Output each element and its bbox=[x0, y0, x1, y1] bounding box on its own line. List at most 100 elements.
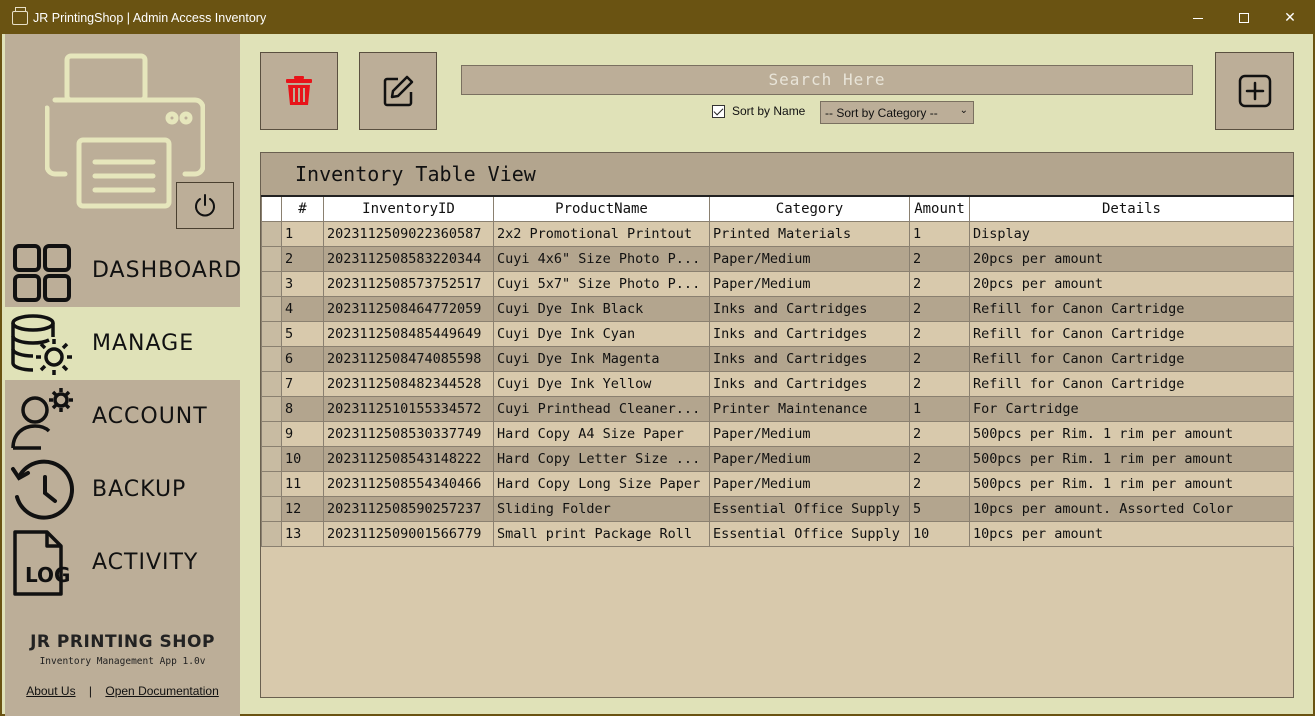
table-cell[interactable]: 2 bbox=[909, 270, 970, 297]
table-cell[interactable]: 10 bbox=[281, 445, 324, 472]
table-cell[interactable]: 2023112508464772059 bbox=[323, 295, 494, 322]
table-cell[interactable]: Paper/Medium bbox=[709, 445, 910, 472]
table-cell[interactable]: 2 bbox=[909, 445, 970, 472]
table-cell[interactable]: 10pcs per amount bbox=[969, 520, 1294, 547]
table-cell[interactable]: Refill for Canon Cartridge bbox=[969, 345, 1294, 372]
about-us-link[interactable]: About Us bbox=[26, 684, 75, 698]
table-cell[interactable]: 2023112508474085598 bbox=[323, 345, 494, 372]
table-cell[interactable]: 2023112508530337749 bbox=[323, 420, 494, 447]
table-cell[interactable]: 2023112509001566779 bbox=[323, 520, 494, 547]
row-selector[interactable] bbox=[261, 270, 282, 297]
nav-backup[interactable]: BACKUP bbox=[5, 453, 240, 526]
nav-manage[interactable]: MANAGE bbox=[5, 307, 240, 380]
table-cell[interactable]: 2023112508482344528 bbox=[323, 370, 494, 397]
table-cell[interactable]: Display bbox=[969, 220, 1294, 247]
table-cell[interactable]: 9 bbox=[281, 420, 324, 447]
table-cell[interactable]: Small print Package Roll bbox=[493, 520, 710, 547]
open-documentation-link[interactable]: Open Documentation bbox=[105, 684, 218, 698]
table-cell[interactable]: 1 bbox=[909, 220, 970, 247]
table-cell[interactable]: Inks and Cartridges bbox=[709, 295, 910, 322]
table-cell[interactable]: Essential Office Supply bbox=[709, 495, 910, 522]
title-bar[interactable]: JR PrintingShop | Admin Access Inventory… bbox=[2, 2, 1313, 34]
row-selector[interactable] bbox=[261, 370, 282, 397]
table-cell[interactable]: 2 bbox=[909, 420, 970, 447]
table-cell[interactable]: Paper/Medium bbox=[709, 420, 910, 447]
table-cell[interactable]: 2023112508573752517 bbox=[323, 270, 494, 297]
table-row[interactable]: 13 2023112509001566779 Small print Package… bbox=[261, 520, 1294, 547]
table-cell[interactable]: 2x2 Promotional Printout bbox=[493, 220, 710, 247]
table-row[interactable]: 1 2023112509022360587 2x2 Promotional Prin… bbox=[261, 220, 1294, 247]
table-cell[interactable]: Printer Maintenance bbox=[709, 395, 910, 422]
column-header[interactable]: ProductName bbox=[493, 195, 710, 222]
table-cell[interactable]: Cuyi Dye Ink Black bbox=[493, 295, 710, 322]
table-cell[interactable]: 500pcs per Rim. 1 rim per amount bbox=[969, 420, 1294, 447]
table-cell[interactable]: Essential Office Supply bbox=[709, 520, 910, 547]
table-cell[interactable]: Cuyi Dye Ink Magenta bbox=[493, 345, 710, 372]
table-cell[interactable]: Refill for Canon Cartridge bbox=[969, 370, 1294, 397]
table-cell[interactable]: Inks and Cartridges bbox=[709, 370, 910, 397]
column-header[interactable]: InventoryID bbox=[323, 195, 494, 222]
table-cell[interactable]: Cuyi Printhead Cleaner... bbox=[493, 395, 710, 422]
table-cell[interactable]: Cuyi 5x7" Size Photo P... bbox=[493, 270, 710, 297]
table-cell[interactable]: Paper/Medium bbox=[709, 270, 910, 297]
table-cell[interactable]: Hard Copy Long Size Paper bbox=[493, 470, 710, 497]
table-cell[interactable]: Paper/Medium bbox=[709, 470, 910, 497]
maximize-button[interactable] bbox=[1221, 2, 1267, 34]
table-row[interactable]: 9 2023112508530337749 Hard Copy A4 Size Pa… bbox=[261, 420, 1294, 447]
table-cell[interactable]: Cuyi Dye Ink Cyan bbox=[493, 320, 710, 347]
table-cell[interactable]: 2 bbox=[281, 245, 324, 272]
row-selector[interactable] bbox=[261, 345, 282, 372]
table-row[interactable]: 5 2023112508485449649 Cuyi Dye Ink Cyan Ink… bbox=[261, 320, 1294, 347]
add-button[interactable] bbox=[1215, 52, 1294, 130]
table-cell[interactable]: 10 bbox=[909, 520, 970, 547]
table-cell[interactable]: 13 bbox=[281, 520, 324, 547]
table-cell[interactable]: 8 bbox=[281, 395, 324, 422]
minimize-button[interactable] bbox=[1175, 2, 1221, 34]
row-selector[interactable] bbox=[261, 395, 282, 422]
column-header[interactable]: # bbox=[281, 195, 324, 222]
table-cell[interactable]: Paper/Medium bbox=[709, 245, 910, 272]
row-selector-header[interactable] bbox=[261, 195, 282, 222]
table-cell[interactable]: Printed Materials bbox=[709, 220, 910, 247]
column-header[interactable]: Details bbox=[969, 195, 1294, 222]
table-cell[interactable]: 2 bbox=[909, 320, 970, 347]
table-cell[interactable]: 11 bbox=[281, 470, 324, 497]
table-cell[interactable]: 5 bbox=[909, 495, 970, 522]
table-cell[interactable]: Inks and Cartridges bbox=[709, 345, 910, 372]
table-cell[interactable]: 2 bbox=[909, 470, 970, 497]
table-row[interactable]: 4 2023112508464772059 Cuyi Dye Ink Black In… bbox=[261, 295, 1294, 322]
search-input[interactable]: Search Here bbox=[461, 65, 1193, 95]
sort-by-name-checkbox[interactable] bbox=[712, 105, 725, 118]
table-row[interactable]: 8 2023112510155334572 Cuyi Printhead Clean… bbox=[261, 395, 1294, 422]
table-cell[interactable]: Hard Copy A4 Size Paper bbox=[493, 420, 710, 447]
nav-account[interactable]: ACCOUNT bbox=[5, 380, 240, 453]
table-cell[interactable]: Cuyi 4x6" Size Photo P... bbox=[493, 245, 710, 272]
table-cell[interactable]: 2 bbox=[909, 370, 970, 397]
table-cell[interactable]: Refill for Canon Cartridge bbox=[969, 295, 1294, 322]
table-cell[interactable]: 2023112508485449649 bbox=[323, 320, 494, 347]
power-button[interactable] bbox=[176, 182, 234, 229]
row-selector[interactable] bbox=[261, 295, 282, 322]
table-cell[interactable]: 1 bbox=[281, 220, 324, 247]
row-selector[interactable] bbox=[261, 495, 282, 522]
close-button[interactable]: ✕ bbox=[1267, 2, 1313, 34]
row-selector[interactable] bbox=[261, 470, 282, 497]
column-header[interactable]: Amount bbox=[909, 195, 970, 222]
table-row[interactable]: 10 2023112508543148222 Hard Copy Letter Si… bbox=[261, 445, 1294, 472]
table-cell[interactable]: 2023112508543148222 bbox=[323, 445, 494, 472]
table-row[interactable]: 6 2023112508474085598 Cuyi Dye Ink Magenta… bbox=[261, 345, 1294, 372]
delete-button[interactable] bbox=[260, 52, 338, 130]
table-cell[interactable]: 2023112508590257237 bbox=[323, 495, 494, 522]
row-selector[interactable] bbox=[261, 520, 282, 547]
row-selector[interactable] bbox=[261, 420, 282, 447]
column-header[interactable]: Category bbox=[709, 195, 910, 222]
table-row[interactable]: 3 2023112508573752517 Cuyi 5x7" Size Photo… bbox=[261, 270, 1294, 297]
table-cell[interactable]: 7 bbox=[281, 370, 324, 397]
sort-category-select[interactable]: -- Sort by Category -- ⌄ bbox=[820, 101, 974, 124]
nav-activity[interactable]: LOG ACTIVITY bbox=[5, 526, 240, 599]
table-cell[interactable]: Inks and Cartridges bbox=[709, 320, 910, 347]
table-cell[interactable]: 10pcs per amount. Assorted Color bbox=[969, 495, 1294, 522]
table-cell[interactable]: 2 bbox=[909, 245, 970, 272]
table-cell[interactable]: Refill for Canon Cartridge bbox=[969, 320, 1294, 347]
edit-button[interactable] bbox=[359, 52, 437, 130]
